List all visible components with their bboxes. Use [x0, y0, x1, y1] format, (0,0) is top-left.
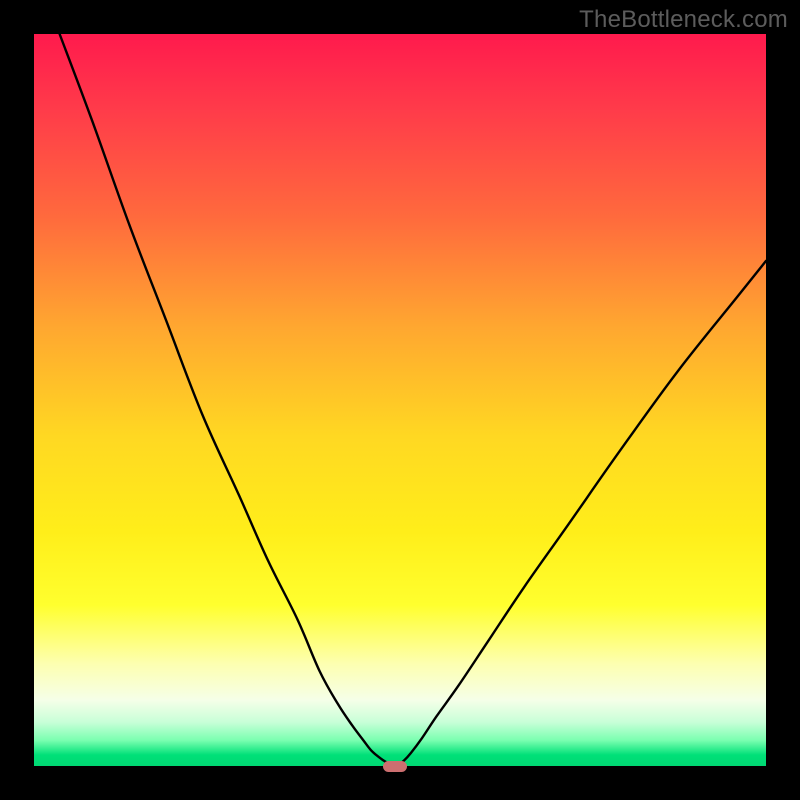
curve-right	[399, 261, 766, 765]
optimum-marker	[383, 761, 406, 772]
chart-frame: TheBottleneck.com	[0, 0, 800, 800]
watermark-text: TheBottleneck.com	[579, 6, 788, 34]
curve-left	[60, 34, 392, 765]
curve-svg	[34, 34, 766, 766]
plot-area	[34, 34, 766, 766]
